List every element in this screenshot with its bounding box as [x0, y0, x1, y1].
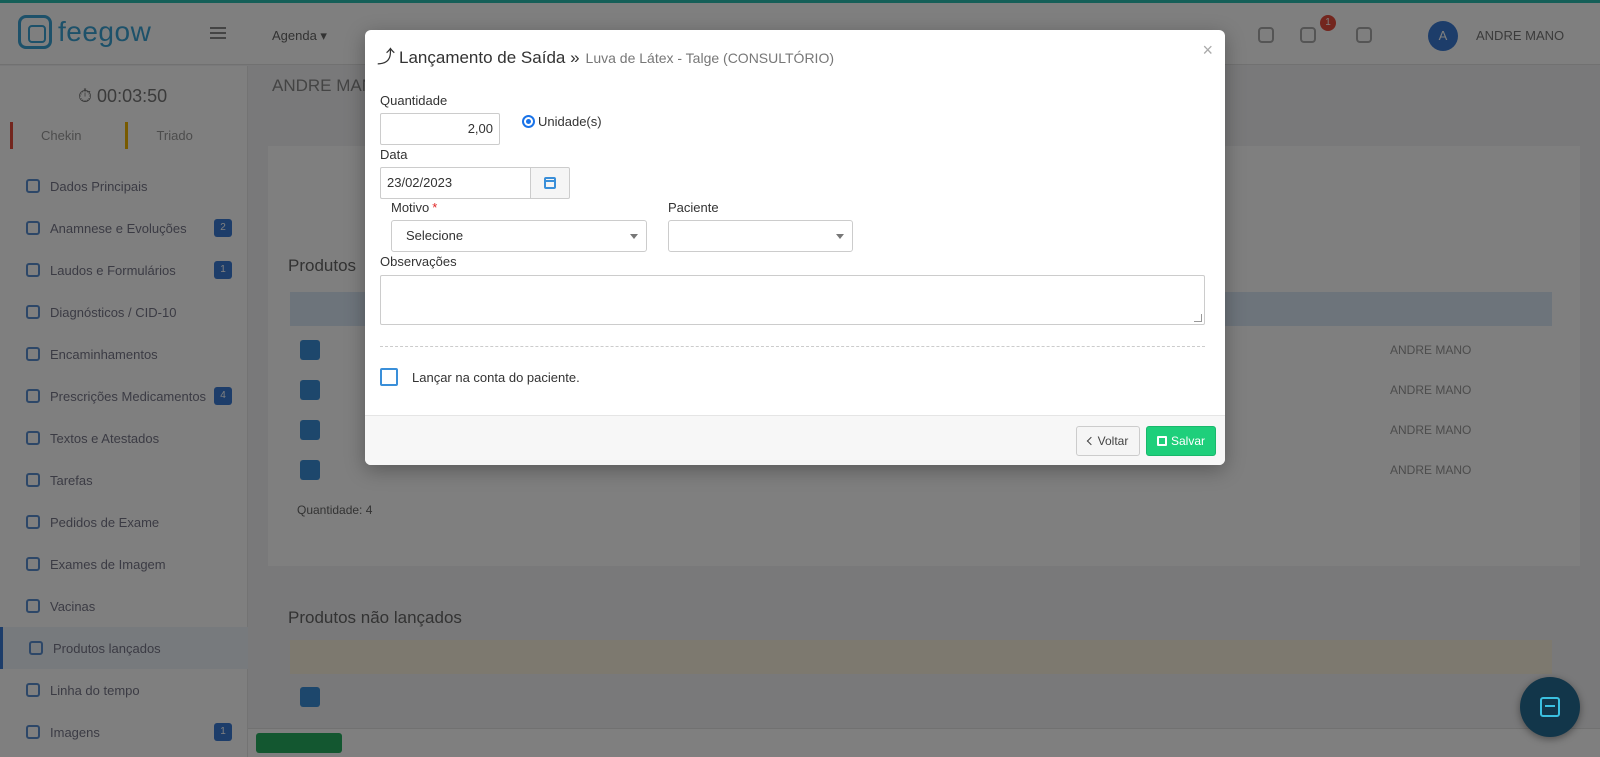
- modal-footer: Voltar Salvar: [365, 415, 1225, 465]
- chat-icon: [1540, 697, 1560, 717]
- motivo-label: Motivo *: [391, 200, 438, 215]
- lancar-conta-checkbox[interactable]: [380, 368, 398, 386]
- required-asterisk: *: [432, 200, 438, 215]
- paciente-label: Paciente: [668, 200, 719, 215]
- arrow-up-icon: ⤴: [377, 47, 395, 67]
- close-icon[interactable]: ×: [1202, 40, 1213, 61]
- launch-exit-modal: ⤴ Lançamento de Saída » Luva de Látex - …: [365, 30, 1225, 465]
- calendar-button[interactable]: [530, 167, 570, 199]
- observacoes-label: Observações: [380, 254, 457, 269]
- divider: [380, 346, 1205, 347]
- calendar-icon: [544, 177, 556, 189]
- modal-title: ⤴ Lançamento de Saída » Luva de Látex - …: [377, 43, 834, 69]
- radio-checked-icon[interactable]: [522, 115, 535, 128]
- chevron-left-icon: [1086, 436, 1095, 446]
- chevron-down-icon: [836, 234, 844, 239]
- chevron-down-icon: [630, 234, 638, 239]
- resize-handle-icon[interactable]: [1194, 314, 1202, 322]
- quantidade-input[interactable]: 2,00: [380, 113, 500, 145]
- motivo-select[interactable]: Selecione: [391, 220, 647, 252]
- lancar-conta-label[interactable]: Lançar na conta do paciente.: [412, 370, 580, 385]
- modal-subtitle: Luva de Látex - Talge (CONSULTÓRIO): [585, 50, 834, 66]
- quantidade-label: Quantidade: [380, 93, 448, 108]
- save-icon: [1156, 436, 1167, 446]
- unidade-label: Unidade(s): [538, 114, 602, 129]
- chat-button[interactable]: [1520, 677, 1580, 737]
- observacoes-textarea[interactable]: [380, 275, 1205, 325]
- unidade-radio[interactable]: Unidade(s): [522, 114, 602, 129]
- salvar-button[interactable]: Salvar: [1146, 426, 1216, 456]
- date-input[interactable]: 23/02/2023: [380, 167, 530, 199]
- data-label: Data: [380, 147, 408, 162]
- voltar-button[interactable]: Voltar: [1076, 426, 1140, 456]
- modal-title-text: Lançamento de Saída »: [399, 48, 580, 67]
- paciente-select[interactable]: [668, 220, 853, 252]
